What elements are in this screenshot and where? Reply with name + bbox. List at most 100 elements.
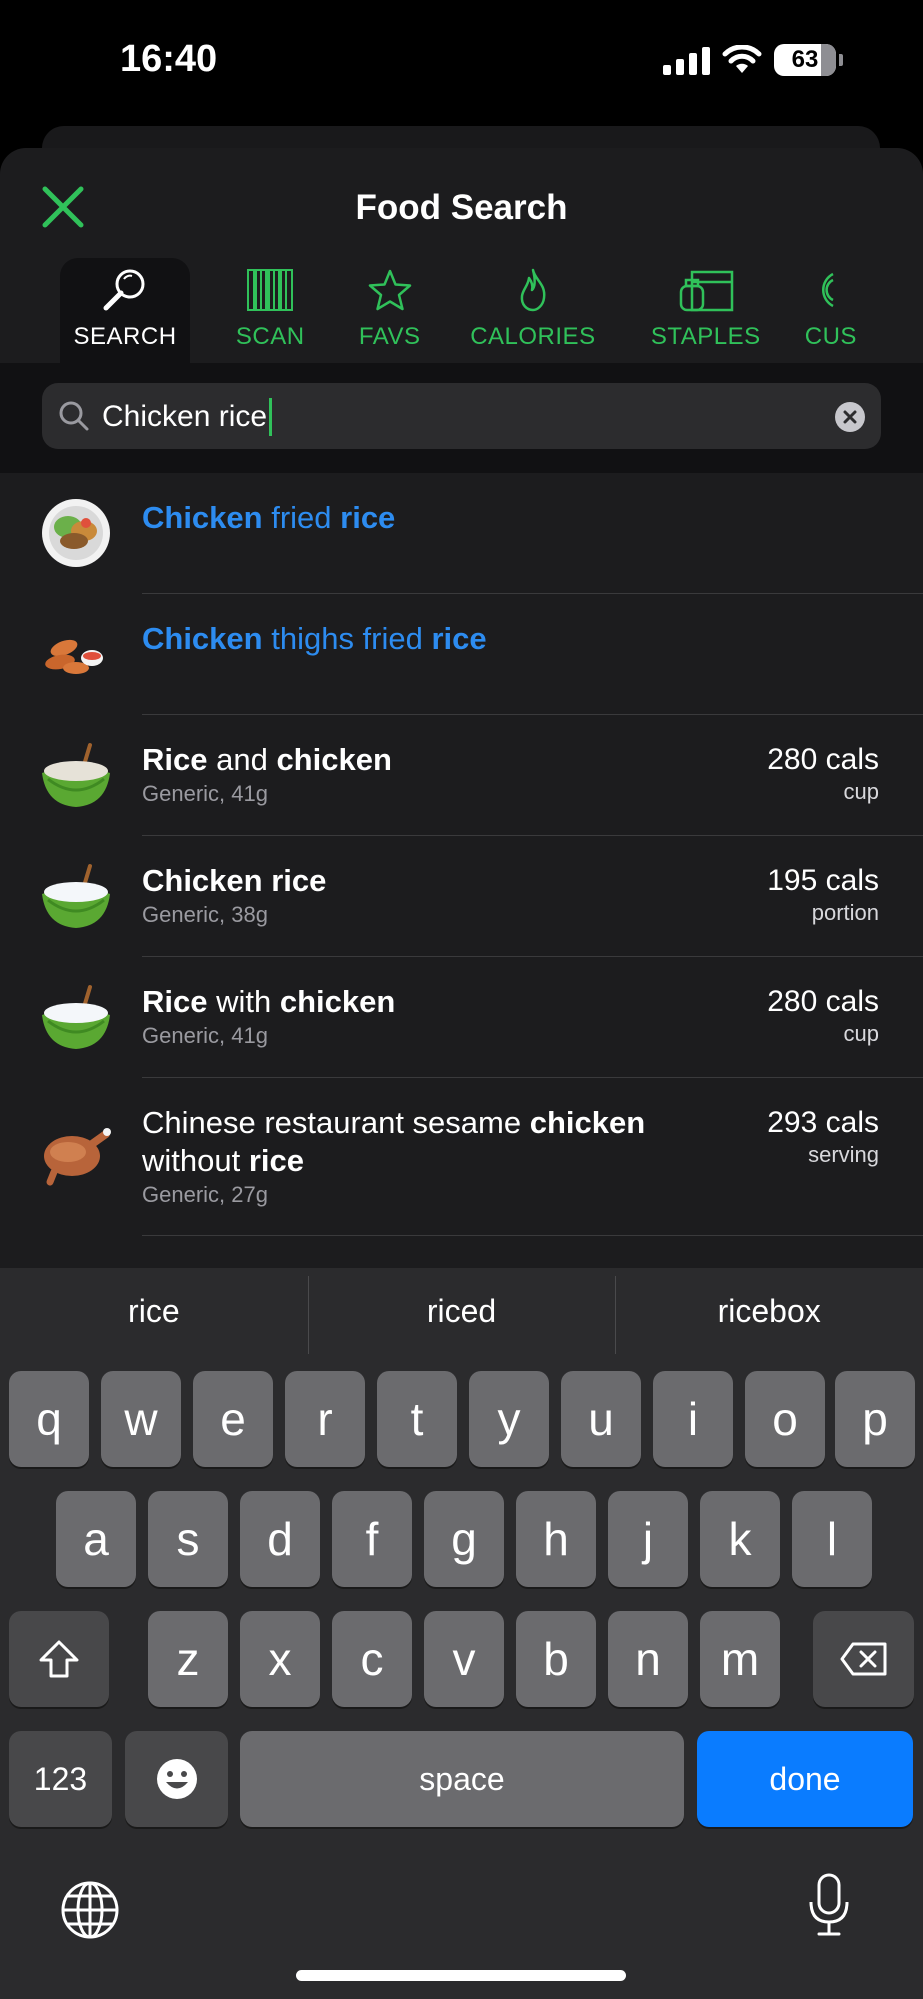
key[interactable]: e <box>193 1371 273 1467</box>
key[interactable]: p <box>835 1371 915 1467</box>
battery-level: 63 <box>791 46 819 73</box>
result-subtitle: Generic, 41g <box>142 781 268 806</box>
key[interactable]: x <box>240 1611 320 1707</box>
rice-bowl-icon <box>42 985 110 1049</box>
result-unit: serving <box>808 1142 879 1167</box>
custom-icon <box>821 272 834 308</box>
cellular-signal-icon <box>663 45 710 75</box>
keyboard-suggestions: rice riced ricebox <box>0 1268 923 1354</box>
key[interactable]: m <box>700 1611 780 1707</box>
key[interactable]: g <box>424 1491 504 1587</box>
key[interactable]: d <box>240 1491 320 1587</box>
key[interactable]: i <box>653 1371 733 1467</box>
list-item[interactable]: Chinese restaurant sesame chicken withou… <box>0 1078 923 1236</box>
category-tabs: SEARCH SCAN FAVS CALORIES STAPLES CUS <box>0 258 923 363</box>
key[interactable]: o <box>745 1371 825 1467</box>
result-subtitle: Generic, 41g <box>142 1023 268 1048</box>
tab-scan[interactable]: SCAN <box>216 258 324 363</box>
key[interactable]: b <box>516 1611 596 1707</box>
emoji-key[interactable] <box>125 1731 228 1827</box>
key[interactable]: j <box>608 1491 688 1587</box>
tab-label: CALORIES <box>470 323 596 350</box>
key[interactable]: a <box>56 1491 136 1587</box>
result-name: Chicken fried rice <box>142 500 396 535</box>
shift-icon <box>39 1640 79 1678</box>
result-name: Rice with chicken <box>142 984 396 1019</box>
wifi-icon <box>722 45 762 73</box>
key[interactable]: q <box>9 1371 89 1467</box>
rice-bowl-icon <box>42 864 110 928</box>
result-calories: 195 cals <box>767 864 879 897</box>
list-item[interactable]: Chicken fried rice <box>0 473 923 594</box>
key[interactable]: n <box>608 1611 688 1707</box>
result-subtitle: Generic, 27g <box>142 1182 268 1207</box>
list-item[interactable]: Chicken rice Generic, 38g 195 cals porti… <box>0 836 923 957</box>
suggestion-item[interactable]: ricebox <box>615 1268 923 1354</box>
tab-label: SEARCH <box>73 323 177 350</box>
key[interactable]: f <box>332 1491 412 1587</box>
tab-label: FAVS <box>358 323 421 350</box>
microphone-icon[interactable] <box>806 1872 852 1938</box>
tab-favs[interactable]: FAVS <box>340 258 439 363</box>
roast-chicken-icon <box>44 1128 111 1186</box>
tab-search[interactable]: SEARCH <box>60 258 191 363</box>
key[interactable]: r <box>285 1371 365 1467</box>
numbers-key[interactable]: 123 <box>9 1731 112 1827</box>
battery-icon: 63 <box>774 44 843 76</box>
clear-icon <box>843 410 857 424</box>
search-query: Chicken rice <box>102 400 268 433</box>
sheet-header: Food Search <box>0 148 923 258</box>
backspace-icon <box>840 1642 886 1676</box>
done-key[interactable]: done <box>697 1731 913 1827</box>
search-input[interactable]: Chicken rice <box>42 383 881 449</box>
text-caret <box>269 398 273 436</box>
tab-label: STAPLES <box>650 323 761 350</box>
list-item[interactable]: Rice with chicken Generic, 41g 280 cals … <box>0 957 923 1078</box>
key[interactable]: s <box>148 1491 228 1587</box>
star-icon <box>368 269 411 311</box>
result-unit: portion <box>811 900 879 925</box>
key[interactable]: y <box>469 1371 549 1467</box>
list-item[interactable]: Chicken thighs fried rice <box>0 594 923 715</box>
salad-plate-icon <box>42 499 110 567</box>
tab-calories[interactable]: CALORIES <box>459 258 607 363</box>
pantry-icon <box>679 270 734 312</box>
clear-search-button[interactable] <box>835 402 865 432</box>
result-calories: 280 cals <box>767 985 879 1018</box>
suggestion-item[interactable]: riced <box>307 1268 616 1354</box>
divider <box>142 1235 923 1236</box>
result-subtitle: Generic, 38g <box>142 902 268 927</box>
tab-staples[interactable]: STAPLES <box>637 258 775 363</box>
key[interactable]: c <box>332 1611 412 1707</box>
nuggets-icon <box>45 639 103 674</box>
key[interactable]: u <box>561 1371 641 1467</box>
emoji-icon <box>156 1759 197 1799</box>
search-area: Chicken rice <box>0 363 923 473</box>
backspace-key[interactable] <box>813 1611 914 1707</box>
key[interactable]: l <box>792 1491 872 1587</box>
suggestion-item[interactable]: rice <box>0 1268 308 1354</box>
space-key[interactable]: space <box>240 1731 684 1827</box>
status-icons: 63 <box>663 44 843 76</box>
result-name: Rice and chicken <box>142 742 392 777</box>
result-name: Chicken rice <box>142 863 327 898</box>
result-name: Chicken thighs fried rice <box>142 621 487 656</box>
status-time: 16:40 <box>120 38 218 80</box>
tab-custom[interactable]: CUS <box>805 258 923 363</box>
globe-icon[interactable] <box>60 1880 120 1940</box>
shift-key[interactable] <box>9 1611 109 1707</box>
key[interactable]: v <box>424 1611 504 1707</box>
status-bar: 16:40 63 <box>0 0 923 120</box>
key[interactable]: w <box>101 1371 181 1467</box>
list-item[interactable]: Rice and chicken Generic, 41g 280 cals c… <box>0 715 923 836</box>
key[interactable]: h <box>516 1491 596 1587</box>
key[interactable]: k <box>700 1491 780 1587</box>
barcode-icon <box>247 269 294 311</box>
search-icon <box>103 269 145 311</box>
key[interactable]: z <box>148 1611 228 1707</box>
result-unit: cup <box>843 779 879 804</box>
page-title: Food Search <box>355 188 568 227</box>
flame-icon <box>520 268 546 312</box>
tab-label: SCAN <box>235 323 305 350</box>
key[interactable]: t <box>377 1371 457 1467</box>
